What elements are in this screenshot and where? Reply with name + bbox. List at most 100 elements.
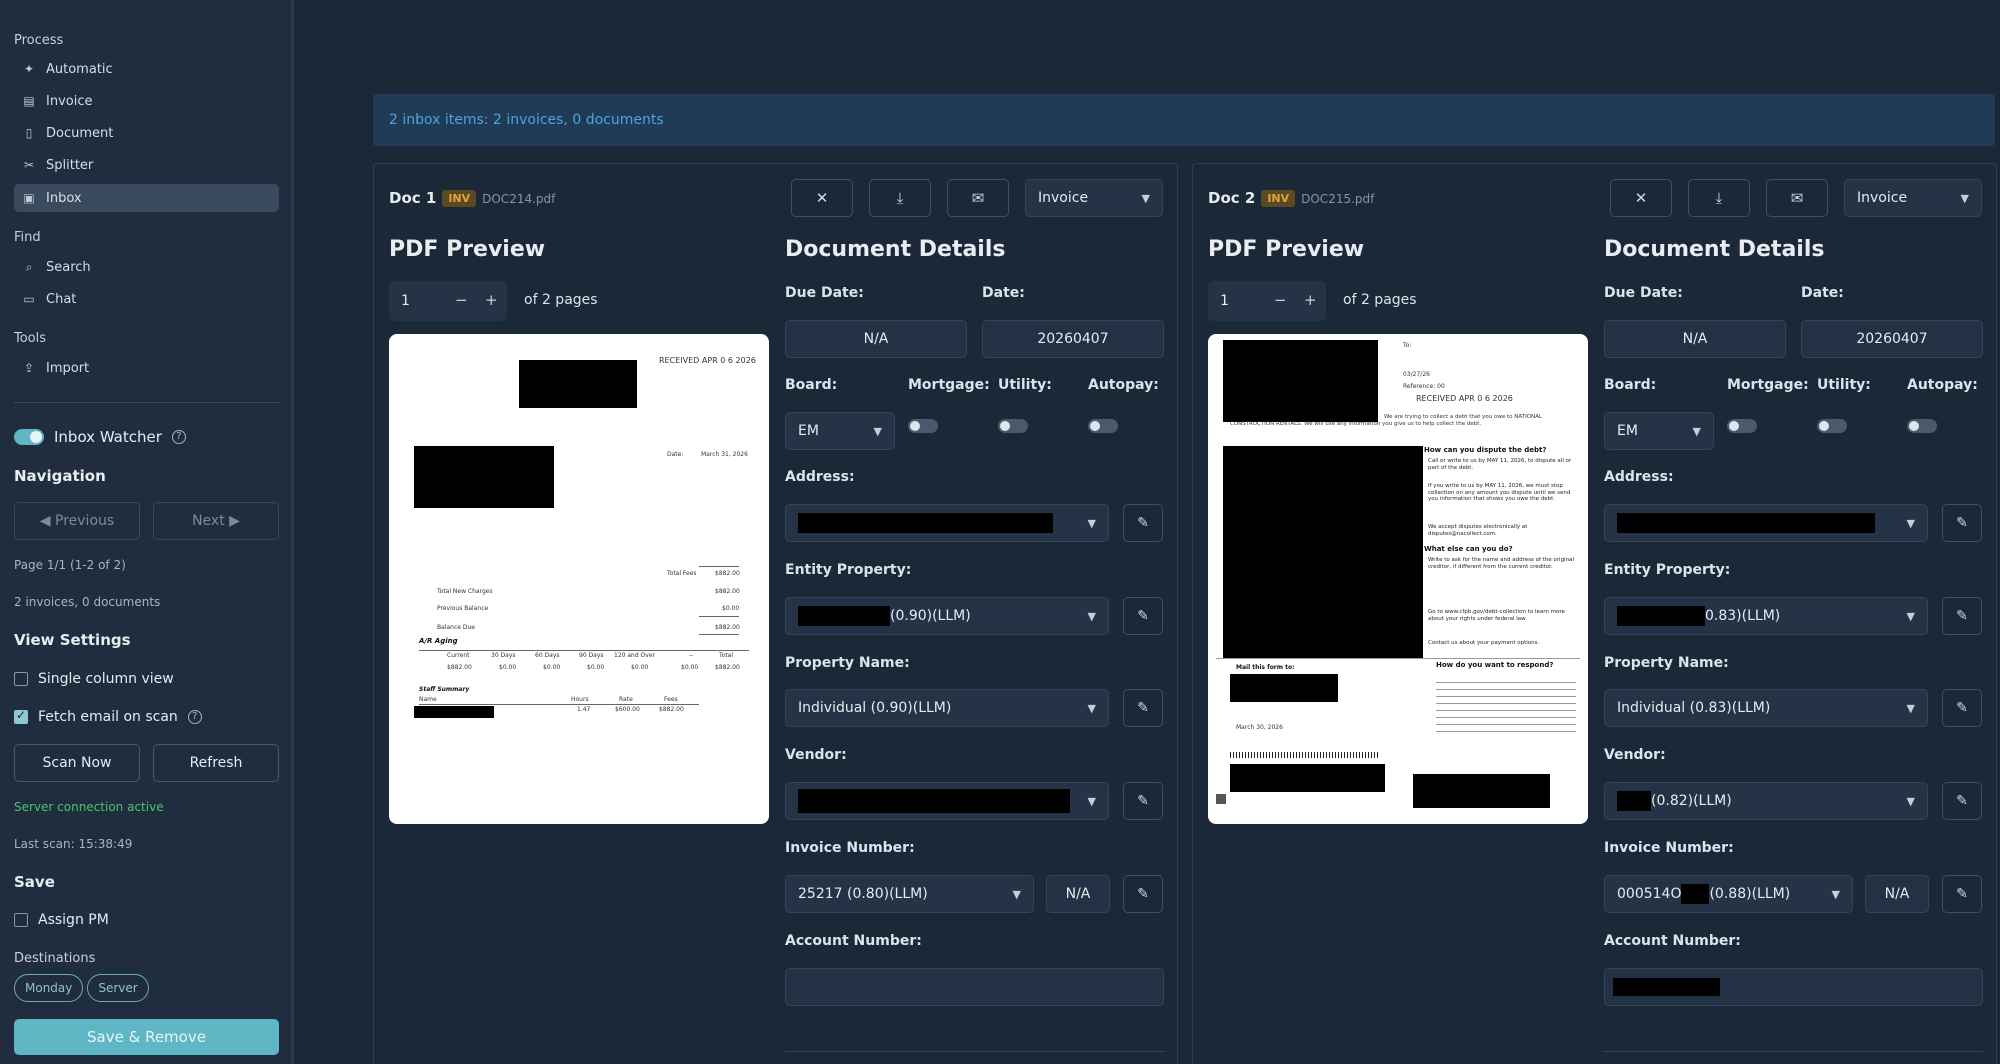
dismiss-button[interactable]: ✕ [791, 179, 853, 217]
date-field[interactable]: 20260407 [982, 320, 1164, 358]
plus-icon[interactable]: + [485, 291, 498, 309]
received-stamp: RECEIVED APR 0 6 2026 [1416, 394, 1513, 403]
save-remove-button[interactable]: Save & Remove [14, 1019, 279, 1055]
board-label: Board: [785, 377, 838, 393]
refresh-button[interactable]: Refresh [153, 744, 279, 782]
address-select[interactable]: ▼ [785, 504, 1109, 542]
vendor-select[interactable]: ▼ [785, 782, 1109, 820]
mortgage-toggle[interactable] [1727, 419, 1757, 433]
assign-pm-row[interactable]: Assign PM [14, 912, 109, 928]
fetch-email-checkbox[interactable] [14, 708, 28, 724]
section-divider [1604, 1051, 1983, 1052]
property-name-select[interactable]: Individual (0.90)(LLM) ▼ [785, 689, 1109, 727]
sidebar-item-invoice[interactable]: ▤ Invoice [14, 87, 279, 115]
account-number-label: Account Number: [785, 933, 922, 949]
invoice-na-field[interactable]: N/A [1865, 875, 1929, 913]
autopay-toggle[interactable] [1088, 419, 1118, 433]
chevron-down-icon: ▼ [1692, 424, 1701, 438]
redacted-value [1613, 978, 1720, 996]
staff-header: Hours [571, 696, 589, 703]
plus-icon[interactable]: + [1304, 291, 1317, 309]
help-icon[interactable]: ? [171, 430, 186, 444]
minus-icon[interactable]: − [455, 291, 468, 309]
doc-type-select[interactable]: Invoice ▼ [1025, 179, 1163, 217]
inbox-watcher-toggle[interactable] [14, 429, 44, 445]
edit-invoice-number-button[interactable]: ✎ [1942, 875, 1982, 913]
help-icon[interactable]: ? [187, 710, 202, 724]
autopay-toggle[interactable] [1907, 419, 1937, 433]
due-date-field[interactable]: N/A [1604, 320, 1786, 358]
single-column-checkbox[interactable] [14, 672, 28, 686]
redacted-block [1223, 446, 1423, 658]
balance-due-value: $882.00 [715, 624, 740, 631]
edit-vendor-button[interactable]: ✎ [1942, 782, 1982, 820]
sidebar-item-splitter[interactable]: ✂ Splitter [14, 151, 279, 179]
chevron-down-icon: ▼ [1087, 794, 1096, 808]
edit-property-name-button[interactable]: ✎ [1942, 689, 1982, 727]
sidebar-item-inbox[interactable]: ▣ Inbox [14, 184, 279, 212]
chevron-down-icon: ▼ [1087, 516, 1096, 530]
page-stepper[interactable]: 1 − + [1208, 281, 1326, 321]
inbox-watcher-label: Inbox Watcher [54, 428, 162, 446]
edit-address-button[interactable]: ✎ [1942, 504, 1982, 542]
due-date-field[interactable]: N/A [785, 320, 967, 358]
email-button[interactable]: ✉ [1766, 179, 1828, 217]
previous-button[interactable]: ◀ Previous [14, 502, 140, 540]
board-select[interactable]: EM ▼ [1604, 412, 1714, 450]
single-column-row[interactable]: Single column view [14, 671, 174, 687]
account-number-field[interactable] [785, 968, 1164, 1006]
redacted-value [1681, 884, 1710, 904]
assign-pm-label: Assign PM [38, 912, 109, 928]
else-heading: What else can you do? [1424, 545, 1513, 553]
board-select-value: EM [798, 423, 819, 439]
assign-pm-checkbox[interactable] [14, 913, 28, 927]
sidebar-item-search[interactable]: ⌕ Search [14, 253, 279, 281]
doc-type-badge: INV [442, 190, 477, 207]
next-button[interactable]: Next ▶ [153, 502, 279, 540]
property-name-value: Individual (0.90)(LLM) [798, 700, 952, 716]
edit-invoice-number-button[interactable]: ✎ [1123, 875, 1163, 913]
entity-property-select[interactable]: 0.83)(LLM) ▼ [1604, 597, 1928, 635]
destination-chip-monday[interactable]: Monday [14, 974, 84, 1002]
download-button[interactable]: ⤓ [869, 179, 931, 217]
vendor-select[interactable]: (0.82)(LLM) ▼ [1604, 782, 1928, 820]
sidebar-item-automatic[interactable]: ✦ Automatic [14, 55, 279, 83]
edit-property-name-button[interactable]: ✎ [1123, 689, 1163, 727]
download-button[interactable]: ⤓ [1688, 179, 1750, 217]
dismiss-button[interactable]: ✕ [1610, 179, 1672, 217]
previous-balance-label: Previous Balance [437, 605, 489, 612]
staff-header: Name [419, 696, 437, 703]
property-name-select[interactable]: Individual (0.83)(LLM) ▼ [1604, 689, 1928, 727]
invoice-na-field[interactable]: N/A [1046, 875, 1110, 913]
invoice-number-select[interactable]: 25217 (0.80)(LLM) ▼ [785, 875, 1034, 913]
utility-toggle[interactable] [998, 419, 1028, 433]
property-name-value: Individual (0.83)(LLM) [1617, 700, 1771, 716]
dispute-heading: How can you dispute the debt? [1424, 446, 1547, 454]
email-button[interactable]: ✉ [947, 179, 1009, 217]
sidebar-item-document[interactable]: ▯ Document [14, 119, 279, 147]
server-status: Server connection active [14, 800, 164, 814]
edit-address-button[interactable]: ✎ [1123, 504, 1163, 542]
board-select[interactable]: EM ▼ [785, 412, 895, 450]
sidebar-item-import[interactable]: ⇪ Import [14, 354, 279, 382]
board-select-value: EM [1617, 423, 1638, 439]
account-number-field[interactable] [1604, 968, 1983, 1006]
fetch-email-row[interactable]: Fetch email on scan ? [14, 708, 202, 725]
entity-property-select[interactable]: (0.90)(LLM) ▼ [785, 597, 1109, 635]
address-select[interactable]: ▼ [1604, 504, 1928, 542]
chat-icon: ▭ [23, 292, 35, 306]
mortgage-toggle[interactable] [908, 419, 938, 433]
invoice-number-select[interactable]: 000514O (0.88)(LLM) ▼ [1604, 875, 1853, 913]
page-stepper[interactable]: 1 − + [389, 281, 507, 321]
perforation-line [1216, 658, 1580, 659]
edit-vendor-button[interactable]: ✎ [1123, 782, 1163, 820]
doc-type-select[interactable]: Invoice ▼ [1844, 179, 1982, 217]
edit-entity-button[interactable]: ✎ [1942, 597, 1982, 635]
utility-toggle[interactable] [1817, 419, 1847, 433]
destination-chip-server[interactable]: Server [87, 974, 149, 1002]
edit-entity-button[interactable]: ✎ [1123, 597, 1163, 635]
scan-now-button[interactable]: Scan Now [14, 744, 140, 782]
sidebar-item-chat[interactable]: ▭ Chat [14, 285, 279, 313]
minus-icon[interactable]: − [1274, 291, 1287, 309]
date-field[interactable]: 20260407 [1801, 320, 1983, 358]
